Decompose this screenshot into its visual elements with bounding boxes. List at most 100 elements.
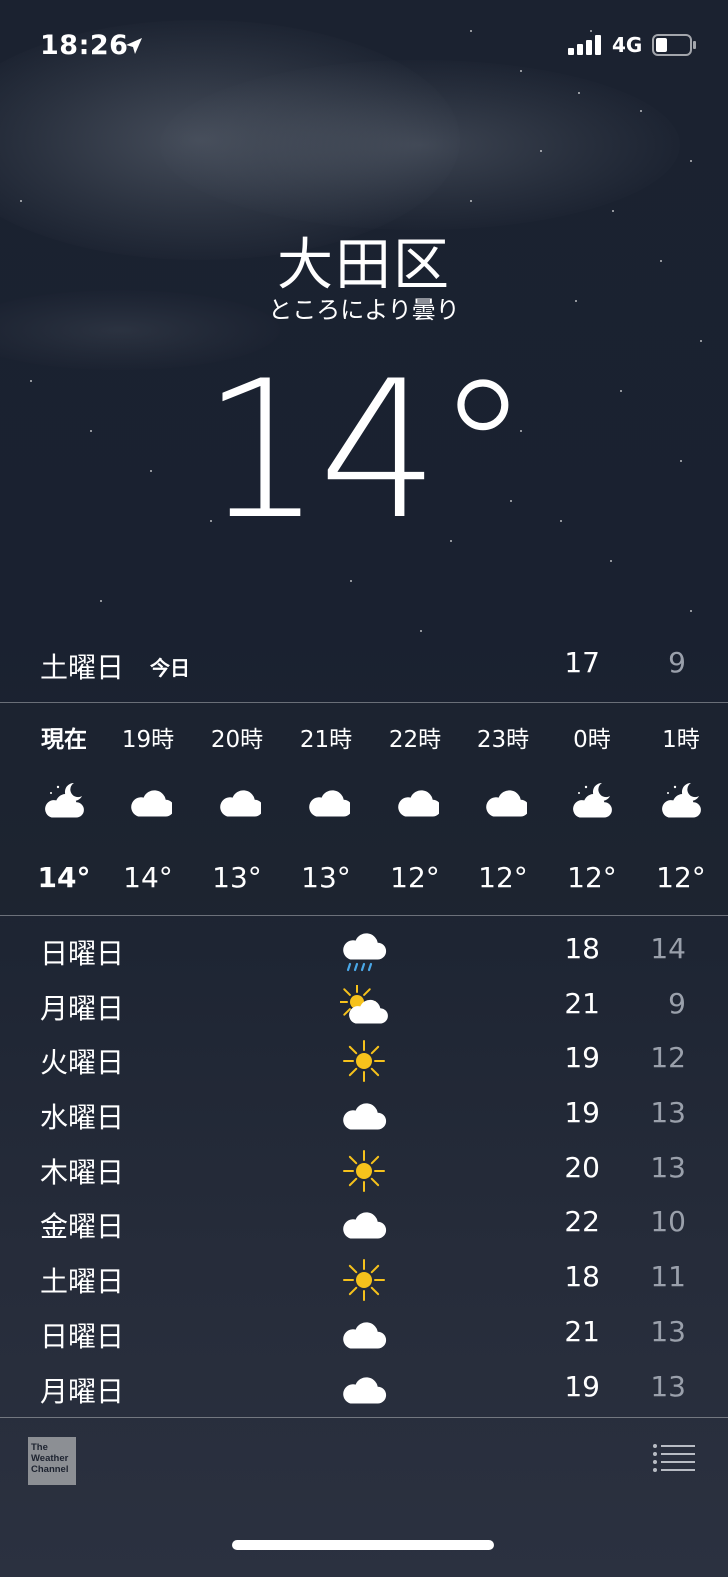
- hour-label: 19時: [121, 727, 175, 753]
- partly-cloudy-night-icon: [44, 781, 84, 821]
- weather-condition: ところにより曇り: [268, 296, 460, 324]
- hour-temperature: 12°: [567, 861, 617, 894]
- hourly-item: 現在 14°: [19, 703, 109, 915]
- day-name: 金曜日: [40, 1210, 125, 1244]
- day-low: 10: [650, 1205, 686, 1239]
- hourly-item: 20時 13°: [192, 703, 282, 915]
- logo-text: The: [31, 1442, 48, 1453]
- day-name: 日曜日: [40, 937, 125, 970]
- hour-temperature: 13°: [212, 861, 262, 894]
- cloud-icon: [340, 1094, 388, 1138]
- partly-cloudy-night-icon: [661, 781, 701, 821]
- day-low: 9: [668, 986, 686, 1020]
- daily-row: 木曜日 20 13: [0, 1143, 728, 1198]
- sun-icon: [340, 1039, 388, 1083]
- day-low: 12: [650, 1041, 686, 1075]
- today-low: 9: [668, 646, 686, 679]
- status-bar: 18:26 4G: [0, 0, 728, 90]
- hour-label: 1時: [662, 727, 700, 753]
- daily-row: 日曜日 21 13: [0, 1307, 728, 1362]
- sun-icon: [340, 1149, 388, 1193]
- daily-row: 金曜日 22 10: [0, 1197, 728, 1252]
- cloud-icon: [340, 1203, 388, 1247]
- daily-forecast[interactable]: 日曜日 18 14 月曜日 21 9 火曜日 19 12 水曜日 19 13 木曜日 20 13 金曜日 22 1…: [0, 924, 728, 1416]
- location-arrow-icon: [126, 38, 142, 54]
- divider: [0, 1417, 728, 1418]
- day-low: 13: [650, 1096, 686, 1130]
- hour-label: 現在: [41, 727, 87, 753]
- daily-row: 日曜日 18 14: [0, 924, 728, 979]
- rain-icon: [340, 930, 388, 974]
- weather-channel-logo[interactable]: The Weather Channel: [28, 1437, 76, 1485]
- today-high: 17: [564, 646, 600, 679]
- day-low: 13: [650, 1150, 686, 1184]
- sun-icon: [340, 1258, 388, 1302]
- hourly-item: 19時 14°: [103, 703, 193, 915]
- hourly-item: 0時 12°: [547, 703, 637, 915]
- hour-temperature: 13°: [301, 861, 351, 894]
- day-high: 21: [564, 986, 600, 1020]
- day-high: 19: [564, 1041, 600, 1075]
- current-temperature: 14°: [201, 340, 531, 561]
- hourly-item: 22時 12°: [370, 703, 460, 915]
- cloud-icon: [395, 781, 442, 821]
- cloud-icon: [483, 781, 530, 821]
- cloud-icon: [340, 1313, 388, 1357]
- day-low: 14: [650, 932, 686, 965]
- daily-row: 月曜日 21 9: [0, 979, 728, 1034]
- today-summary: 土曜日 今日 17 9: [0, 636, 728, 702]
- day-name: 月曜日: [40, 1374, 125, 1408]
- day-high: 19: [564, 1096, 600, 1130]
- cloud-icon: [217, 781, 264, 821]
- day-high: 19: [564, 1369, 600, 1403]
- hourly-item: 21時 13°: [281, 703, 371, 915]
- hour-label: 23時: [476, 727, 530, 753]
- status-time: 18:26: [40, 30, 129, 61]
- battery-icon: [652, 34, 696, 56]
- hour-temperature: 12°: [478, 861, 528, 894]
- day-high: 20: [564, 1150, 600, 1184]
- day-high: 22: [564, 1205, 600, 1239]
- cloud-icon: [306, 781, 353, 821]
- day-name: 木曜日: [40, 1155, 125, 1189]
- hour-label: 21時: [299, 727, 353, 753]
- hour-temperature: 14°: [123, 861, 173, 894]
- city-list-icon[interactable]: [652, 1443, 696, 1473]
- logo-text: Channel: [31, 1464, 69, 1475]
- hour-temperature: 12°: [390, 861, 440, 894]
- signal-bars-icon: [568, 35, 601, 55]
- home-indicator[interactable]: [232, 1540, 494, 1550]
- day-name: 月曜日: [40, 991, 125, 1025]
- day-low: 13: [650, 1369, 686, 1403]
- day-low: 11: [650, 1260, 686, 1294]
- logo-text: Weather: [31, 1453, 69, 1464]
- city-name: 大田区: [277, 233, 451, 298]
- cloud-icon: [128, 781, 175, 821]
- today-label: 今日: [150, 656, 190, 680]
- hour-temperature: 12°: [656, 861, 706, 894]
- hour-label: 0時: [573, 727, 611, 753]
- hour-label: 22時: [388, 727, 442, 753]
- daily-row: 月曜日 19 13: [0, 1362, 728, 1417]
- partly-sunny-icon: [338, 982, 388, 1029]
- today-day: 土曜日: [40, 651, 125, 684]
- hourly-forecast[interactable]: 現在 14° 19時 14° 20時 13° 21時 13° 22時 12° 23時 12° 0時 12°…: [0, 703, 728, 915]
- day-low: 13: [650, 1314, 686, 1348]
- daily-row: 水曜日 19 13: [0, 1088, 728, 1143]
- day-name: 水曜日: [40, 1101, 125, 1135]
- network-type: 4G: [612, 33, 643, 57]
- daily-row: 火曜日 19 12: [0, 1033, 728, 1088]
- day-name: 日曜日: [40, 1319, 125, 1353]
- day-high: 18: [564, 1260, 600, 1294]
- day-name: 土曜日: [40, 1265, 125, 1299]
- hour-temperature: 14°: [37, 861, 91, 894]
- hourly-item: 1時 12°: [636, 703, 726, 915]
- cloud-icon: [340, 1368, 388, 1412]
- day-high: 21: [564, 1314, 600, 1348]
- partly-cloudy-night-icon: [572, 781, 612, 821]
- divider: [0, 915, 728, 916]
- day-high: 18: [564, 932, 600, 965]
- hourly-item: 23時 12°: [458, 703, 548, 915]
- day-name: 火曜日: [40, 1046, 125, 1080]
- daily-row: 土曜日 18 11: [0, 1252, 728, 1307]
